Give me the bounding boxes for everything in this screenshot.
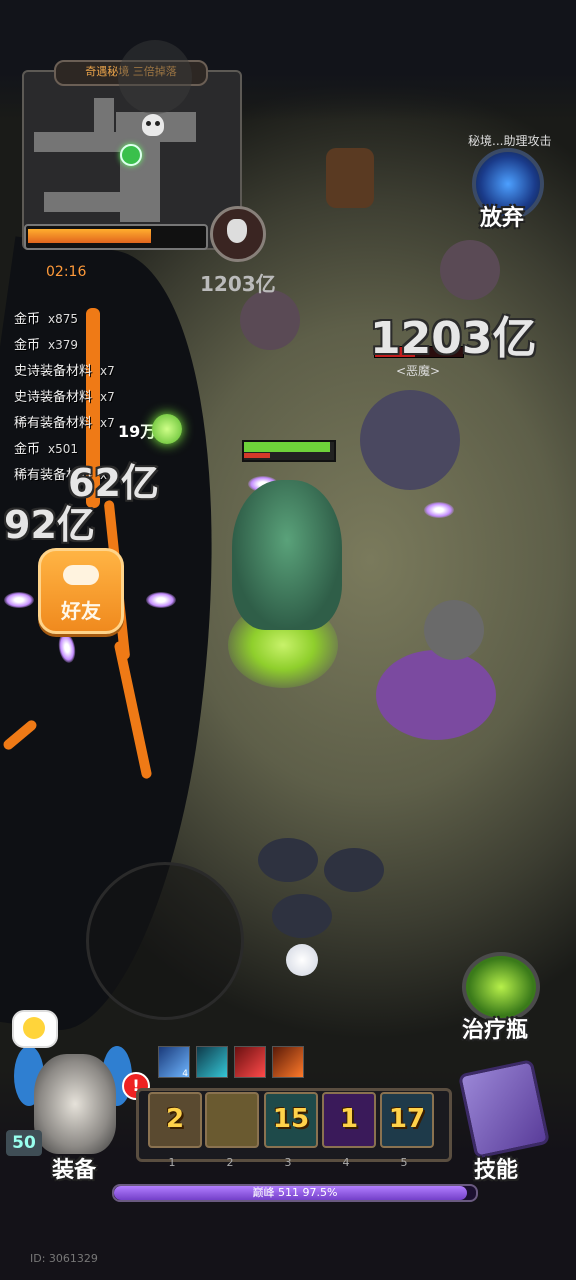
player-level: 50	[6, 1130, 42, 1156]
skill-slot-4[interactable]: 1	[322, 1092, 376, 1148]
loot-name: 史诗装备材料	[14, 390, 93, 405]
enemy-crow[interactable]	[272, 894, 332, 938]
heal-plus-icon	[152, 414, 182, 444]
joystick-dot	[286, 944, 318, 976]
xp-text: 巅峰 511 97.5%	[252, 1186, 338, 1199]
player-location-icon	[120, 144, 142, 166]
loot-row: 金币 x379	[14, 334, 115, 360]
skill-slot-5[interactable]: 17	[380, 1092, 434, 1148]
friend-button[interactable]: 好友	[38, 548, 124, 634]
loot-name: 史诗装备材料	[14, 364, 93, 379]
loot-qty: x7	[100, 390, 115, 404]
purple-projectile	[424, 502, 454, 518]
skill-slot-1[interactable]: 2	[148, 1092, 202, 1148]
loot-qty: x7	[100, 364, 115, 378]
skill-slot-value: 15	[272, 1104, 310, 1134]
minimap-path	[44, 192, 134, 212]
skill-key-label: 3	[284, 1156, 292, 1169]
buff-icon-slash	[234, 1046, 266, 1078]
player-character	[232, 480, 342, 630]
skill-key-label: 4	[342, 1156, 350, 1169]
potion-label[interactable]: 治疗瓶	[462, 1012, 528, 1044]
cloud-icon	[63, 565, 99, 585]
joystick-knob[interactable]	[118, 40, 192, 114]
loot-row: 稀有装备材料 x7	[14, 412, 115, 438]
loot-name: 金币	[14, 442, 41, 457]
friend-button-label: 好友	[61, 599, 101, 623]
loot-row: 金币 x875	[14, 308, 115, 334]
loot-row: 史诗装备材料 x7	[14, 386, 115, 412]
heal-gain-text: 19万	[118, 422, 157, 441]
skill-key-label: 2	[226, 1156, 234, 1169]
xp-bar: 巅峰 511 97.5%	[112, 1184, 478, 1202]
loot-name: 金币	[14, 312, 41, 327]
purple-projectile	[4, 592, 34, 608]
boss-hp-text: 1203亿	[200, 272, 276, 296]
stage-progress-bar	[24, 224, 208, 250]
skill-slot-value: 1	[339, 1104, 359, 1134]
loot-name: 金币	[14, 338, 41, 353]
enemy-crow[interactable]	[258, 838, 318, 882]
equipment-label[interactable]: 装备	[52, 1152, 96, 1184]
skull-icon	[142, 114, 164, 136]
enemy-hyena[interactable]	[440, 240, 500, 300]
abandon-label[interactable]: 放弃	[480, 200, 524, 232]
skills-label[interactable]: 技能	[474, 1152, 518, 1184]
damage-number: 92亿	[4, 503, 95, 547]
damage-number: 1203亿	[370, 313, 537, 364]
avatar	[34, 1054, 116, 1154]
loot-row: 史诗装备材料 x7	[14, 360, 115, 386]
enemy-hooded[interactable]	[424, 600, 484, 660]
buff-icon-wind: 4	[158, 1046, 190, 1079]
loot-name: 稀有装备材料	[14, 416, 93, 431]
player-mp-fill	[244, 453, 270, 458]
skill-key-label: 1	[168, 1156, 176, 1169]
player-hp-fill	[244, 442, 330, 452]
buff-icon-fire	[272, 1046, 304, 1078]
enemy-ram-demon[interactable]	[360, 390, 460, 490]
skill-slot-value: 2	[165, 1104, 185, 1134]
loot-qty: x7	[100, 416, 115, 430]
game-scene[interactable]: <恶魔> 1203亿 秘境...助理攻击 奇遇秘境 三倍掉落 02:16 120…	[0, 0, 576, 1280]
virtual-joystick[interactable]	[86, 862, 244, 1020]
skill-slot-3[interactable]: 15	[264, 1092, 318, 1148]
buff-icon-wolf	[196, 1046, 228, 1078]
barrel	[326, 148, 374, 208]
purple-projectile	[146, 592, 176, 608]
skill-slot-2[interactable]	[205, 1092, 259, 1148]
cat-icon	[23, 1017, 45, 1039]
player-id: ID: 3061329	[30, 1252, 98, 1265]
stage-timer: 02:16	[46, 264, 87, 280]
top-right-hint: 秘境...助理攻击	[468, 134, 552, 148]
enemy-crow[interactable]	[324, 848, 384, 892]
skill-slot-value: 17	[388, 1104, 426, 1134]
stage-progress-fill	[28, 229, 152, 243]
player-hp-bar	[242, 440, 336, 462]
boss-skull-icon[interactable]	[210, 206, 266, 262]
skill-key-label: 5	[400, 1156, 408, 1169]
loot-qty: x379	[48, 338, 79, 352]
enemy-boar[interactable]	[376, 650, 496, 740]
chat-cat-button[interactable]	[12, 1010, 58, 1048]
loot-qty: x875	[48, 312, 79, 326]
enemy-hyena[interactable]	[240, 290, 300, 350]
